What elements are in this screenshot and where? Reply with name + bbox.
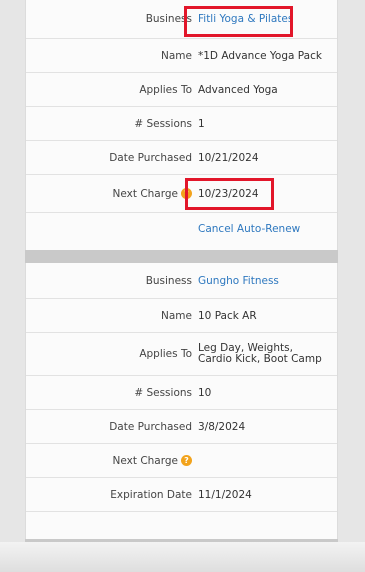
next-charge-label-group: Next Charge ? [113,444,192,477]
row-applies-to: Applies To Advanced Yoga [26,73,337,107]
row-empty [26,512,337,538]
row-name: Name *1D Advance Yoga Pack [26,39,337,73]
business-label: Business [145,274,192,287]
name-label: Name [161,309,192,322]
applies-to-label: Applies To [139,348,192,360]
name-label: Name [161,49,192,62]
highlight-box-business [184,6,293,37]
bottom-shadow [0,542,365,572]
row-expiration-date: Expiration Date 11/1/2024 [26,478,337,512]
next-charge-label: Next Charge [112,454,178,467]
sessions-label: # Sessions [134,386,192,399]
applies-to-value: Leg Day, Weights, Cardio Kick, Boot Camp [198,342,322,365]
cancel-auto-renew-link[interactable]: Cancel Auto-Renew [198,213,300,244]
row-business: Business Gungho Fitness [26,263,337,299]
name-value: 10 Pack AR [198,309,257,322]
left-margin [0,0,25,572]
business-link[interactable]: Gungho Fitness [198,263,279,298]
right-margin [338,0,365,572]
row-applies-to: Applies To Leg Day, Weights, Cardio Kick… [26,333,337,376]
row-date-purchased: Date Purchased 3/8/2024 [26,410,337,444]
date-purchased-label: Date Purchased [109,151,192,164]
row-date-purchased: Date Purchased 10/21/2024 [26,141,337,175]
sessions-value: 1 [198,117,205,130]
next-charge-label-group: Next Charge ? [113,175,192,212]
expiration-date-value: 11/1/2024 [198,488,252,501]
row-name: Name 10 Pack AR [26,299,337,333]
applies-to-label: Applies To [139,83,192,96]
row-sessions: # Sessions 1 [26,107,337,141]
highlight-box-next-charge [185,178,274,210]
info-icon[interactable]: ? [181,455,192,466]
sessions-label: # Sessions [134,117,192,130]
row-cancel-auto-renew: Cancel Auto-Renew [26,213,337,244]
sessions-value: 10 [198,386,212,399]
row-sessions: # Sessions 10 [26,376,337,410]
row-next-charge: Next Charge ? [26,444,337,478]
date-purchased-value: 3/8/2024 [198,420,246,433]
card-divider [25,250,338,263]
name-value: *1D Advance Yoga Pack [198,49,322,62]
membership-card-1: Business Fitli Yoga & Pilates Name *1D A… [25,0,338,250]
date-purchased-label: Date Purchased [109,420,192,433]
expiration-date-label: Expiration Date [110,488,192,501]
row-next-charge: Next Charge ? 10/23/2024 [26,175,337,213]
next-charge-label: Next Charge [112,187,178,200]
membership-card-2: Business Gungho Fitness Name 10 Pack AR … [25,263,338,542]
date-purchased-value: 10/21/2024 [198,151,259,164]
applies-to-value: Advanced Yoga [198,83,278,96]
